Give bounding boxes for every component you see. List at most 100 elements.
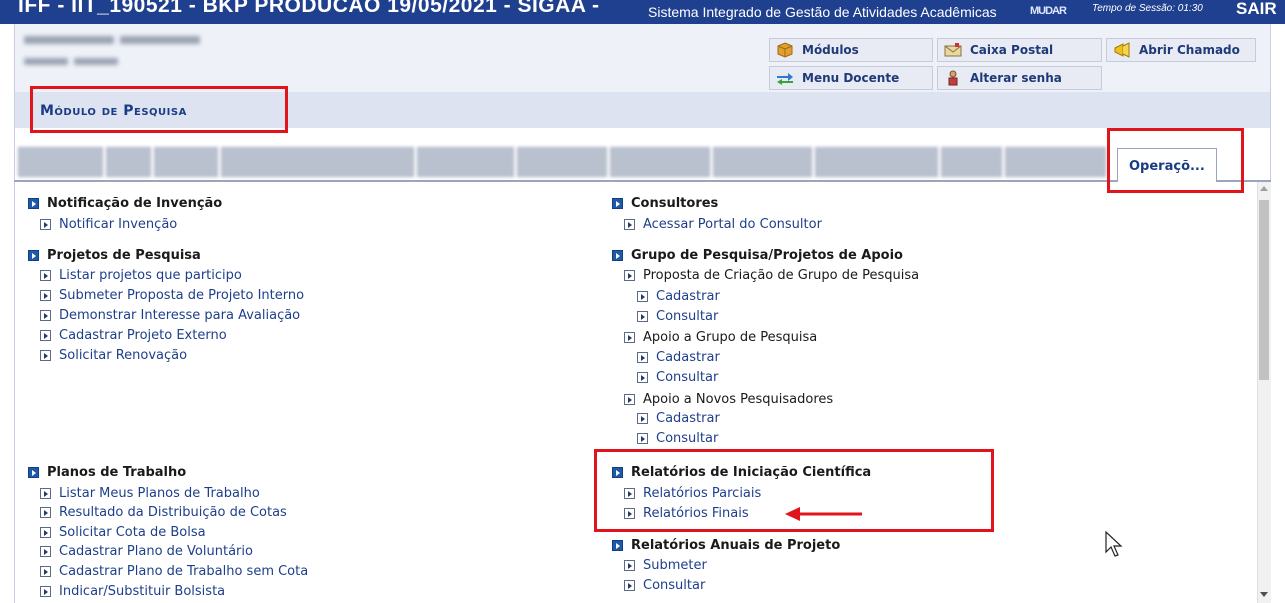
modulos-label: Módulos (802, 43, 859, 57)
menu-docente-button[interactable]: Menu Docente (769, 66, 933, 90)
tab-redacted[interactable] (417, 147, 514, 177)
submenu-proposta-criacao: Proposta de Criação de Grupo de Pesquisa (624, 268, 919, 283)
tab-redacted[interactable] (815, 147, 938, 177)
link-apoio-grupo-cadastrar[interactable]: Cadastrar (637, 350, 720, 365)
section-planos-trabalho: Planos de Trabalho (28, 465, 186, 480)
section-title: Consultores (631, 196, 719, 211)
link-apoio-novos-consultar[interactable]: Consultar (637, 431, 718, 446)
arrow-bullet-icon (40, 310, 51, 321)
link-cadastrar-plano-sem-cota[interactable]: Cadastrar Plano de Trabalho sem Cota (40, 564, 308, 579)
section-notificacao-invencao: Notificação de Invenção (28, 196, 222, 211)
alterar-senha-button[interactable]: Alterar senha (937, 66, 1102, 90)
link-relatorios-finais[interactable]: Relatórios Finais (624, 506, 749, 521)
link-cadastrar-plano-voluntario[interactable]: Cadastrar Plano de Voluntário (40, 544, 253, 559)
arrow-bullet-icon (40, 270, 51, 281)
section-bullet-icon (28, 250, 39, 261)
arrow-bullet-icon (624, 560, 635, 571)
section-bullet-icon (28, 198, 39, 209)
scroll-thumb[interactable] (1259, 200, 1269, 380)
caixa-postal-button[interactable]: Caixa Postal (937, 38, 1102, 62)
arrow-bullet-icon (40, 546, 51, 557)
tab-redacted[interactable] (106, 147, 151, 177)
arrow-bullet-icon (40, 219, 51, 230)
section-title: Planos de Trabalho (47, 465, 187, 480)
arrow-bullet-icon (40, 507, 51, 518)
link-listar-planos[interactable]: Listar Meus Planos de Trabalho (40, 486, 260, 501)
arrow-bullet-icon (624, 219, 635, 230)
user-name-redacted (120, 36, 200, 44)
section-bullet-icon (612, 250, 623, 261)
link-notificar-invencao[interactable]: Notificar Invenção (40, 217, 177, 232)
link-proposta-cadastrar[interactable]: Cadastrar (637, 289, 720, 304)
abrir-chamado-button[interactable]: Abrir Chamado (1106, 38, 1256, 62)
link-listar-projetos[interactable]: Listar projetos que participo (40, 268, 242, 283)
scroll-up-arrow-icon[interactable] (1260, 186, 1268, 191)
arrows-icon (776, 70, 794, 86)
arrow-bullet-icon (637, 372, 648, 383)
tab-operacoes[interactable]: Operaçõ... (1117, 148, 1217, 182)
section-bullet-icon (612, 198, 623, 209)
arrow-bullet-icon (624, 580, 635, 591)
section-title: Grupo de Pesquisa/Projetos de Apoio (631, 248, 903, 263)
link-relatorio-anual-submeter[interactable]: Submeter (624, 558, 707, 573)
module-title: Módulo de Pesquisa (40, 103, 187, 119)
mailbox-icon (944, 42, 962, 58)
session-timer: Tempo de Sessão: 01:30 (1092, 3, 1203, 14)
top-bar: IFF - IIT_190521 - BKP PRODUCAO 19/05/20… (0, 0, 1285, 24)
mudar-link[interactable]: MUDAR (1030, 5, 1067, 17)
abrir-chamado-label: Abrir Chamado (1139, 43, 1240, 57)
user-unit-redacted (24, 58, 68, 65)
arrow-bullet-icon (624, 270, 635, 281)
arrow-bullet-icon (637, 352, 648, 363)
arrow-bullet-icon (637, 433, 648, 444)
modules-cube-icon (776, 42, 794, 58)
arrow-bullet-icon (624, 332, 635, 343)
arrow-bullet-icon (624, 394, 635, 405)
submenu-apoio-grupo: Apoio a Grupo de Pesquisa (624, 330, 817, 345)
section-relatorios-iniciacao: Relatórios de Iniciação Científica (612, 465, 871, 480)
scroll-down-arrow-icon[interactable] (1260, 592, 1268, 597)
system-title: IFF - IIT_190521 - BKP PRODUCAO 19/05/20… (18, 0, 600, 17)
submenu-apoio-novos: Apoio a Novos Pesquisadores (624, 392, 833, 407)
link-demonstrar-interesse[interactable]: Demonstrar Interesse para Avaliação (40, 308, 300, 323)
link-submeter-proposta[interactable]: Submeter Proposta de Projeto Interno (40, 288, 304, 303)
tab-redacted[interactable] (941, 147, 1002, 177)
section-projetos-pesquisa: Projetos de Pesquisa (28, 248, 201, 263)
section-bullet-icon (612, 467, 623, 478)
link-apoio-novos-cadastrar[interactable]: Cadastrar (637, 411, 720, 426)
module-title-bar (14, 92, 1271, 128)
link-solicitar-cota[interactable]: Solicitar Cota de Bolsa (40, 525, 206, 540)
link-relatorio-anual-consultar[interactable]: Consultar (624, 578, 705, 593)
link-cadastrar-projeto-externo[interactable]: Cadastrar Projeto Externo (40, 328, 227, 343)
section-relatorios-anuais: Relatórios Anuais de Projeto (612, 538, 840, 553)
tab-redacted[interactable] (1005, 147, 1106, 177)
link-resultado-distribuicao[interactable]: Resultado da Distribuição de Cotas (40, 505, 287, 520)
link-apoio-grupo-consultar[interactable]: Consultar (637, 370, 718, 385)
link-solicitar-renovacao[interactable]: Solicitar Renovação (40, 348, 187, 363)
logout-link[interactable]: SAIR (1236, 0, 1277, 19)
arrow-bullet-icon (624, 488, 635, 499)
arrow-bullet-icon (624, 508, 635, 519)
link-relatorios-parciais[interactable]: Relatórios Parciais (624, 486, 761, 501)
arrow-bullet-icon (40, 566, 51, 577)
link-portal-consultor[interactable]: Acessar Portal do Consultor (624, 217, 822, 232)
section-title: Projetos de Pesquisa (47, 248, 201, 263)
section-grupo-pesquisa: Grupo de Pesquisa/Projetos de Apoio (612, 248, 903, 263)
arrow-bullet-icon (40, 527, 51, 538)
section-title: Relatórios de Iniciação Científica (631, 465, 872, 480)
modulos-button[interactable]: Módulos (769, 38, 933, 62)
section-title: Relatórios Anuais de Projeto (631, 538, 841, 553)
link-indicar-bolsista[interactable]: Indicar/Substituir Bolsista (40, 584, 225, 599)
user-name-redacted (24, 36, 114, 44)
section-bullet-icon (28, 467, 39, 478)
tab-redacted[interactable] (221, 147, 414, 177)
arrow-bullet-icon (637, 311, 648, 322)
tab-redacted[interactable] (713, 147, 812, 177)
tab-redacted[interactable] (18, 147, 103, 177)
tab-redacted[interactable] (517, 147, 607, 177)
section-bullet-icon (612, 540, 623, 551)
link-proposta-consultar[interactable]: Consultar (637, 309, 718, 324)
tab-redacted[interactable] (610, 147, 710, 177)
tab-redacted[interactable] (154, 147, 218, 177)
menu-docente-label: Menu Docente (802, 71, 900, 85)
